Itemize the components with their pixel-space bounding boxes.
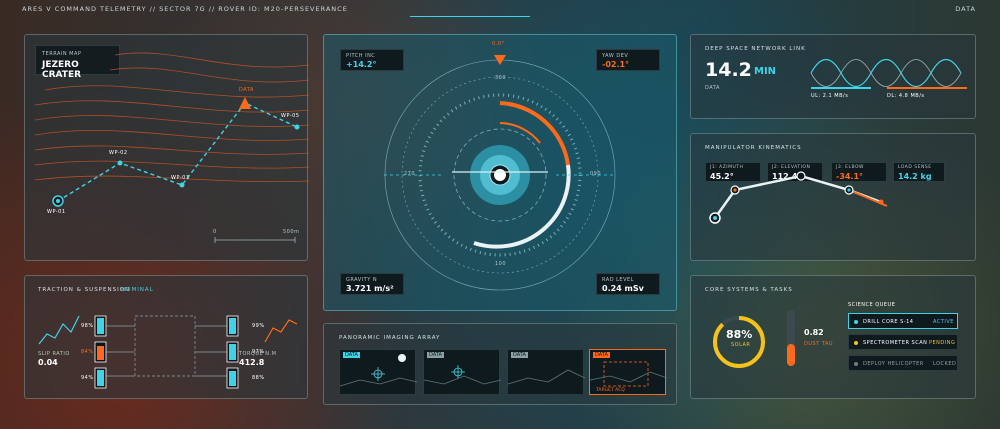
downlink-rate: DL: 4.8 MB/s [887,93,925,99]
traction-graphics [38,315,298,389]
terrain-line [507,369,586,385]
navigation-panel[interactable]: 0.0° 300 100 270 090 PITCH INC +14.2° YA… [323,34,677,311]
solar-label: SOLAR [731,342,751,348]
slip-ratio-value: 0.04 [38,358,58,367]
slip-ratio-label: SLIP RATIO [38,351,70,357]
task-name: SPECTROMETER SCAN [863,340,928,346]
radiation-value: 0.24 mSv [602,284,644,293]
task-name: DRILL CORE S-14 [863,319,914,325]
waypoint-label: WP-03 [171,175,190,181]
scale-start: 0 [213,229,217,235]
target-acq-label: TARGET ACQ [596,388,625,393]
dial-bottom-label: 100 [495,261,507,267]
scale-end: 500m [283,229,300,235]
task-status: PENDING [929,340,956,346]
traction-panel[interactable]: TRACTION & SUSPENSION NOMINAL 98% 84% 94… [24,275,308,399]
dsn-link-panel[interactable]: DEEP SPACE NETWORK LINK 14.2 MIN DATA UL… [690,34,976,119]
imaging-panel[interactable]: PANORAMIC IMAGING ARRAY DATA DATA DATA D… [323,323,677,405]
task-name: DEPLOY HELICOPTER [863,361,924,367]
target-marker-label: DATA [239,87,254,93]
wheel-left-1: 98% [81,323,94,329]
task-item[interactable]: SPECTROMETER SCAN PENDING [848,334,958,350]
task-item[interactable]: DEPLOY HELICOPTER LOCKED [848,355,958,371]
camera-thumb-1[interactable]: DATA [339,349,418,395]
signal-waveform [810,58,967,89]
gravity-value: 3.721 m/s² [346,284,394,293]
gravity-label: GRAVITY N [346,277,378,283]
waypoint-label: WP-02 [109,150,128,156]
yaw-value: -02.1° [602,60,630,69]
dust-tau-value: 0.82 [804,328,824,337]
terrain-contours [34,52,310,243]
task-status: ACTIVE [933,319,954,325]
wheel-right-3: 88% [252,375,265,381]
yaw-readout: YAW DEV -02.1° [596,49,660,71]
dial-top-label: 300 [495,75,507,81]
wheel-right-1: 99% [252,323,265,329]
waypoint-label: WP-01 [47,209,66,215]
pitch-label: PITCH INC [346,53,376,59]
status-dot [854,320,858,324]
header-right-label: DATA [955,5,976,13]
core-title: CORE SYSTEMS & TASKS [705,287,793,293]
torque-value: 412.8 [239,358,265,367]
wheel-left-2: 84% [81,349,94,355]
radiation-readout: RAD LEVEL 0.24 mSv [596,273,660,295]
heading-readout: 0.0° [492,41,505,47]
crosshair-icon [423,365,502,385]
queue-title: SCIENCE QUEUE [848,302,896,308]
radiation-label: RAD LEVEL [602,277,634,283]
header-accent-line [410,16,530,17]
uplink-rate: UL: 2.1 MB/s [811,93,849,99]
waypoint-label: WP-05 [281,113,300,119]
status-dot [854,341,858,345]
terrain-map-panel[interactable]: TERRAIN MAP JEZERO CRATER WP-01 WP-02 WP… [24,34,310,261]
dial-right-label: 090 [590,171,602,177]
task-item[interactable]: DRILL CORE S-14 ACTIVE [848,313,958,329]
header-title: ARES V COMMAND TELEMETRY // SECTOR 7G //… [22,5,348,13]
pitch-value: +14.2° [346,60,377,69]
wheel-left-3: 94% [81,375,94,381]
dust-tau-label: DUST TAU [804,341,834,347]
pitch-readout: PITCH INC +14.2° [340,49,404,71]
top-bar: ARES V COMMAND TELEMETRY // SECTOR 7G //… [0,0,1000,18]
crosshair-icon [339,354,418,387]
dust-tau-fill [787,344,795,366]
imaging-title: PANORAMIC IMAGING ARRAY [339,335,441,341]
torque-label: TORQUE N.M [239,351,277,357]
core-systems-panel[interactable]: CORE SYSTEMS & TASKS 88% SOLAR 0.82 DUST… [690,275,976,399]
dial-left-label: 270 [404,171,416,177]
kinematics-panel[interactable]: MANIPULATOR KINEMATICS J1: AZIMUTH 45.2°… [690,133,976,261]
robot-arm-diagram [709,171,888,224]
dust-tau-bar [787,310,795,366]
gravity-readout: GRAVITY N 3.721 m/s² [340,273,404,295]
task-status: LOCKED [933,361,957,367]
camera-thumb-3[interactable]: DATA [507,349,586,395]
yaw-label: YAW DEV [602,53,629,59]
status-dot [854,362,858,366]
solar-value: 88% [726,328,753,341]
camera-thumb-4[interactable]: DATA TARGET ACQ [589,349,668,395]
camera-thumb-2[interactable]: DATA [423,349,502,395]
